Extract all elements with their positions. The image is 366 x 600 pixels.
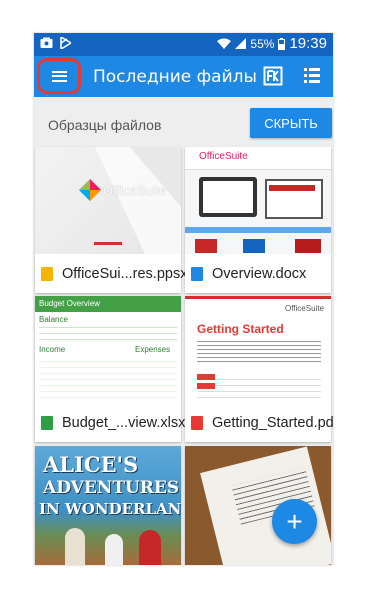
file-thumbnail: ALICE'S ADVENTURES IN WONDERLAND xyxy=(35,446,181,565)
officesuite-logo-text: OfficeSuite xyxy=(285,304,324,313)
budget-line xyxy=(39,339,177,340)
alice-illustration xyxy=(65,528,85,565)
ppsx-file-icon xyxy=(41,266,53,281)
alice-title-line: ALICE'S xyxy=(43,452,139,477)
alice-title-line: IN WONDERLAND xyxy=(39,500,181,518)
list-view-icon[interactable] xyxy=(304,68,320,83)
pc-badge xyxy=(195,239,217,253)
budget-balance: Balance xyxy=(39,315,68,324)
badge-three xyxy=(295,239,321,253)
gs-table xyxy=(197,374,321,400)
status-bar: 55% 19:39 xyxy=(34,33,333,56)
gs-text-block xyxy=(197,338,321,364)
gs-title: Getting Started xyxy=(197,322,284,336)
budget-title: Budget Overview xyxy=(39,299,100,308)
file-card[interactable]: OfficeSuite Getting Started Getting_Star… xyxy=(185,296,333,442)
doc-chart-bar xyxy=(269,185,315,191)
file-caption: OfficeSui...res.ppsx xyxy=(35,254,187,293)
officesuite-logo-icon xyxy=(79,179,101,201)
wifi-icon xyxy=(217,38,232,49)
gs-top-bar xyxy=(185,296,331,299)
docx-file-icon xyxy=(191,266,203,281)
file-caption: Getting_Started.pdf xyxy=(185,403,333,442)
gs-table-cell xyxy=(197,374,215,380)
file-card[interactable]: OfficeSuite OfficeSui...res.ppsx xyxy=(35,147,187,293)
file-commander-icon[interactable] xyxy=(263,66,283,86)
alice-title-line: ADVENTURES xyxy=(43,478,180,498)
gs-table-cell xyxy=(197,383,215,389)
page-title: Последние файлы xyxy=(93,67,257,87)
officesuite-logo-text: OfficeSuite xyxy=(103,183,167,198)
menu-button[interactable] xyxy=(37,58,81,94)
badge-two xyxy=(243,239,265,253)
file-thumbnail: OfficeSuite xyxy=(35,147,181,254)
budget-expenses: Expenses xyxy=(135,345,171,354)
file-name: Budget_...view.xlsx xyxy=(62,414,186,431)
file-thumbnail: Budget Overview Balance Income Expenses xyxy=(35,296,181,403)
file-name: Overview.docx xyxy=(212,265,307,282)
file-caption: Budget_...view.xlsx xyxy=(35,403,185,442)
sample-files-header: Образцы файлов СКРЫТЬ xyxy=(34,97,333,143)
hamburger-menu-icon xyxy=(51,70,67,82)
app-bar: Последние файлы xyxy=(34,56,333,97)
feature-strip xyxy=(185,227,331,233)
alice-illustration xyxy=(105,534,123,565)
hide-button[interactable]: СКРЫТЬ xyxy=(250,108,332,138)
file-thumbnail: OfficeSuite xyxy=(185,147,331,254)
section-title: Образцы файлов xyxy=(48,117,162,133)
pdf-file-icon xyxy=(191,415,203,430)
play-store-notification-icon xyxy=(60,37,71,49)
file-caption: Overview.docx xyxy=(185,254,331,293)
file-name: Getting_Started.pdf xyxy=(212,414,333,431)
budget-income: Income xyxy=(39,345,66,354)
battery-percent: 55% xyxy=(250,36,275,51)
battery-icon xyxy=(278,37,286,50)
file-name: OfficeSui...res.ppsx xyxy=(62,265,188,282)
budget-table-area xyxy=(39,356,177,400)
photo-notification-icon xyxy=(40,37,53,48)
file-card[interactable]: OfficeSuite Overview.docx xyxy=(185,147,331,293)
xlsx-file-icon xyxy=(41,415,53,430)
add-button[interactable]: + xyxy=(272,499,317,544)
phone-screen: 55% 19:39 Последние файлы Образцы файлов… xyxy=(34,33,333,565)
file-thumbnail: OfficeSuite Getting Started xyxy=(185,296,331,403)
clock: 19:39 xyxy=(289,35,327,52)
mobisystems-mark xyxy=(94,242,122,245)
budget-line xyxy=(39,333,177,334)
file-card[interactable]: ALICE'S ADVENTURES IN WONDERLAND xyxy=(35,446,181,565)
budget-line xyxy=(39,327,177,328)
officesuite-logo-text: OfficeSuite xyxy=(199,151,248,162)
file-card[interactable]: Budget Overview Balance Income Expenses … xyxy=(35,296,185,442)
signal-icon xyxy=(235,38,247,49)
slide-decoration xyxy=(95,147,181,254)
tablet-screen xyxy=(203,181,253,213)
alice-illustration xyxy=(139,530,161,565)
